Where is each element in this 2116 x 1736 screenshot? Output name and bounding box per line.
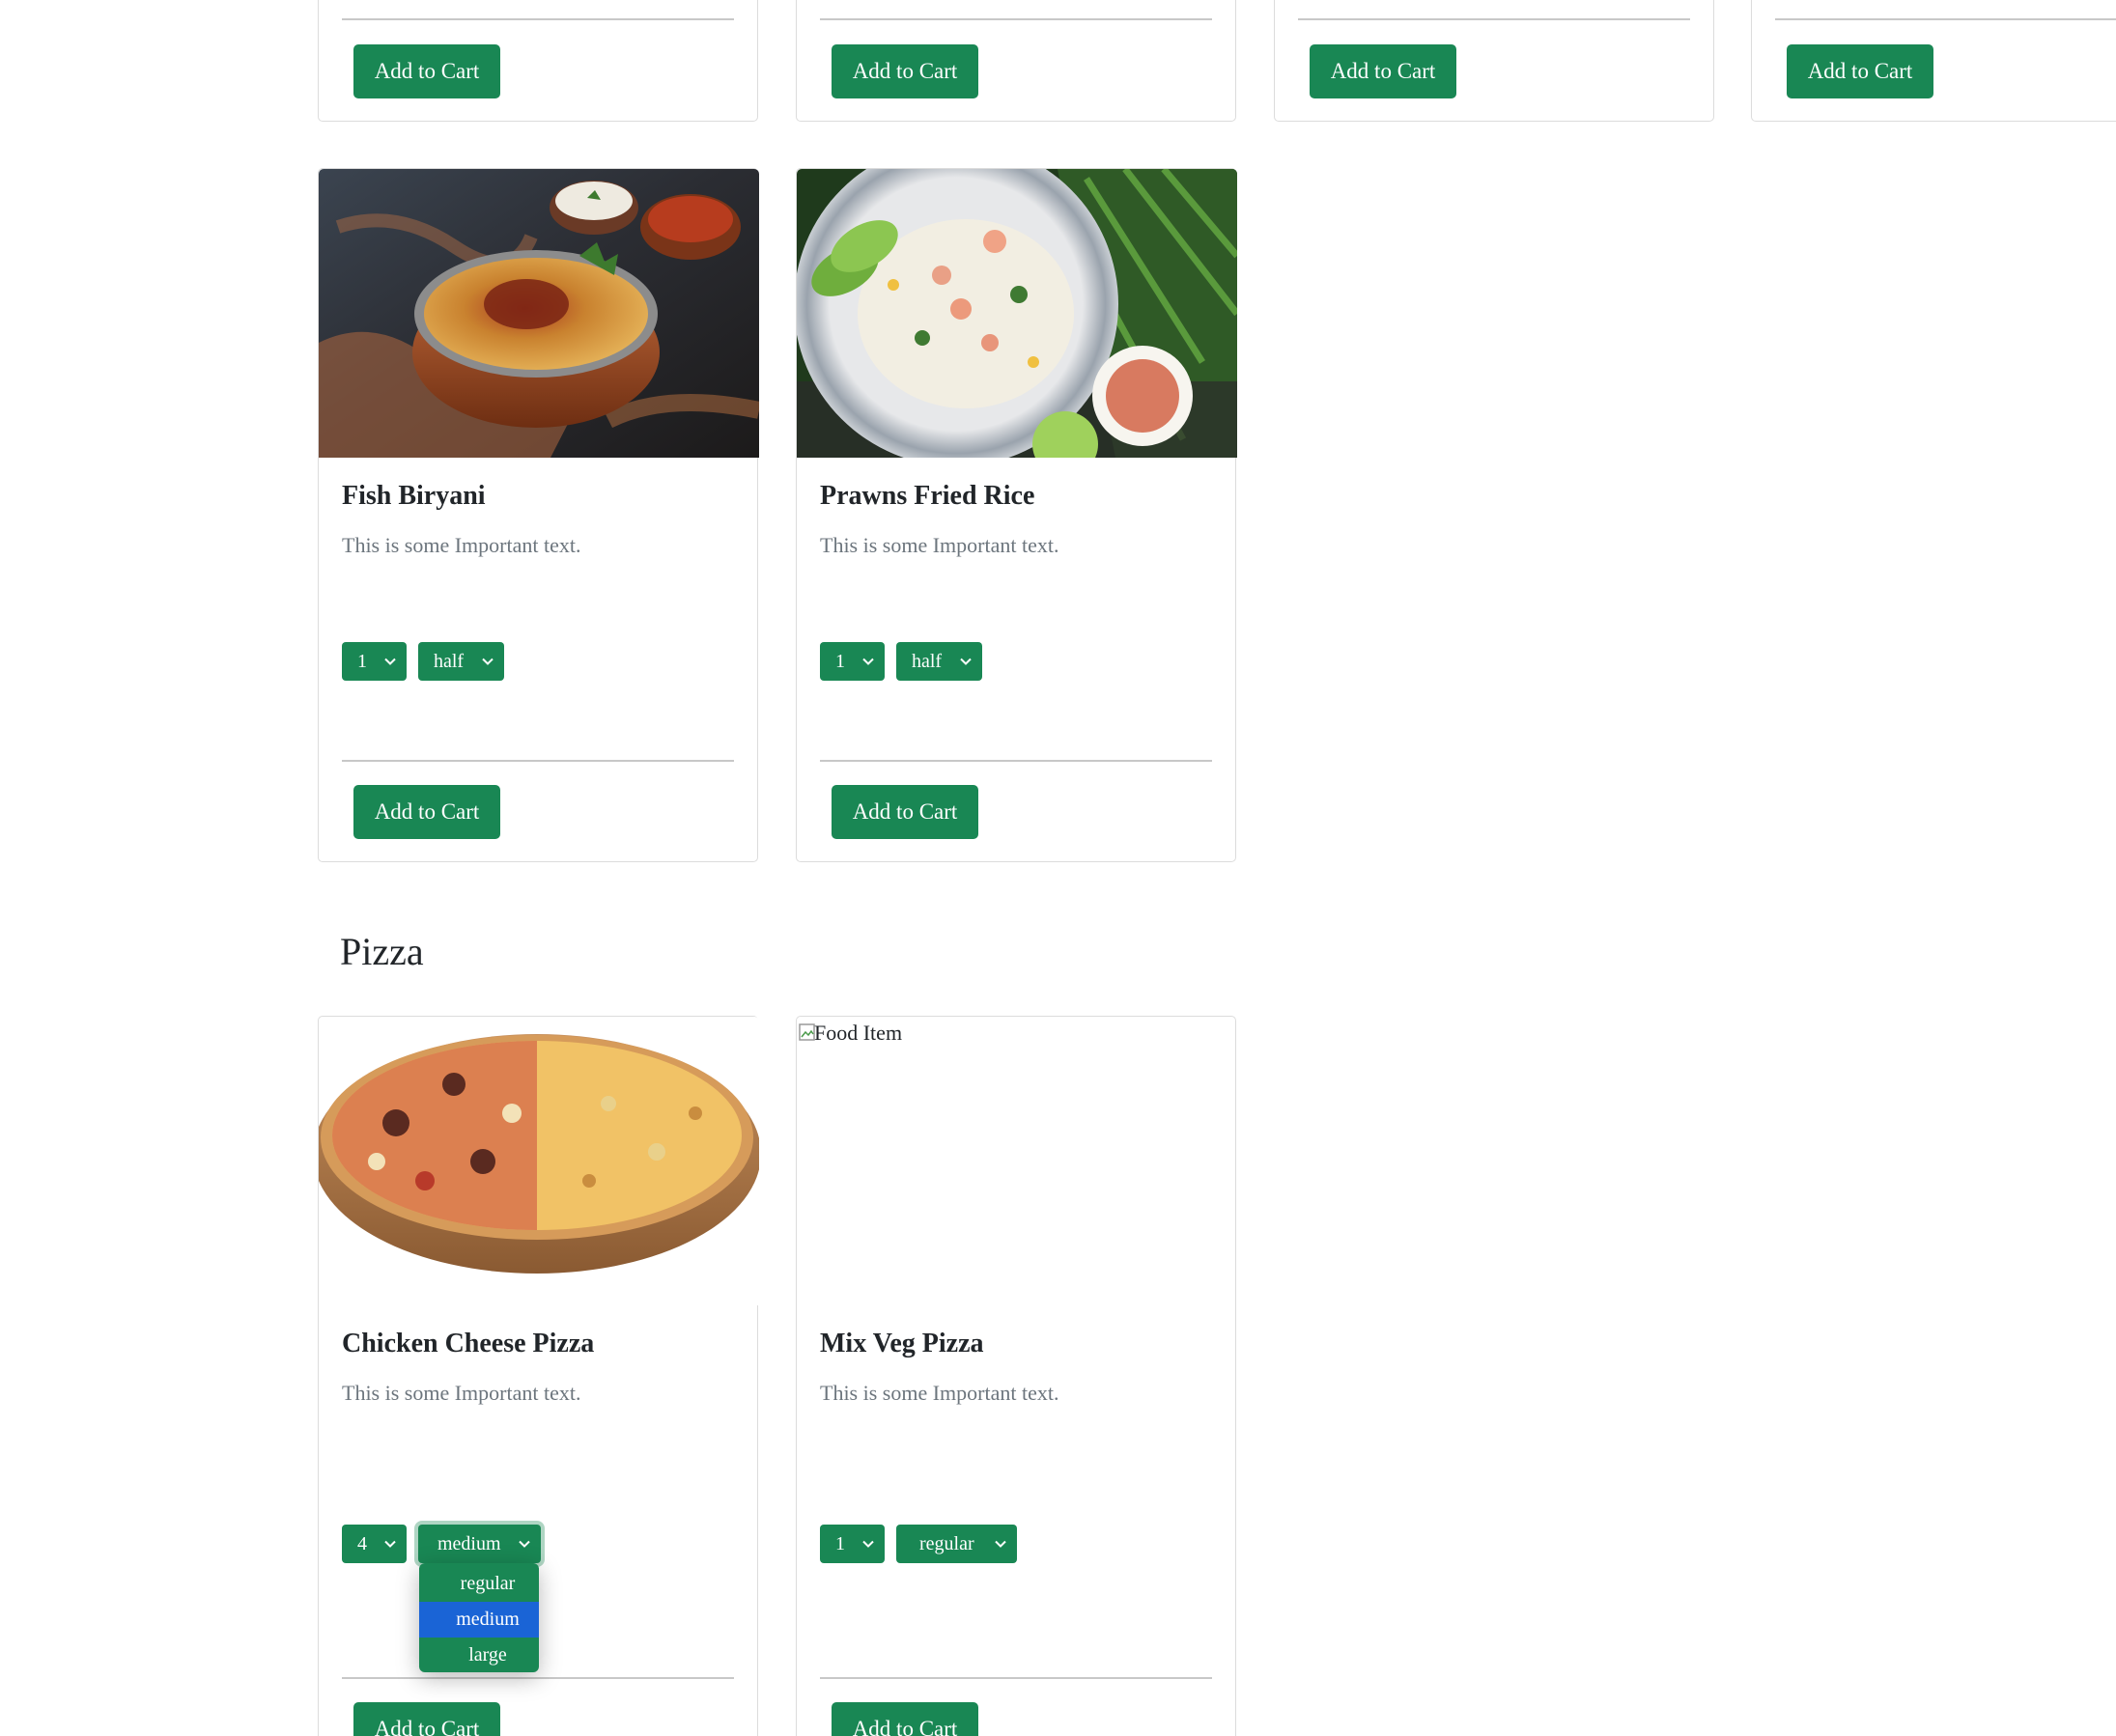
size-select[interactable]: half	[896, 642, 982, 681]
food-card: Add to Cart	[796, 0, 1236, 122]
pizza-image	[319, 1017, 759, 1305]
chevron-down-icon	[384, 1540, 396, 1548]
chevron-down-icon	[384, 658, 396, 665]
card-title: Mix Veg Pizza	[820, 1329, 984, 1358]
quantity-value: 1	[835, 1533, 845, 1554]
add-to-cart-button[interactable]: Add to Cart	[353, 44, 500, 98]
quantity-select[interactable]: 1	[820, 642, 885, 681]
chevron-down-icon	[960, 658, 972, 665]
card-divider	[342, 18, 734, 20]
card-text: This is some Important text.	[342, 1381, 581, 1405]
food-card: Add to Cart	[318, 0, 758, 122]
menu-page: Add to Cart Add to Cart Add to Cart Add …	[0, 0, 2116, 1736]
pizza-photo	[319, 1034, 759, 1274]
card-divider	[342, 1677, 734, 1679]
dropdown-option-medium[interactable]: medium	[419, 1602, 539, 1638]
card-text: This is some Important text.	[820, 533, 1059, 557]
size-select[interactable]: half	[418, 642, 504, 681]
section-heading-pizza: Pizza	[340, 930, 424, 973]
card-divider	[820, 760, 1212, 762]
biryani-image	[319, 169, 759, 458]
chevron-down-icon	[482, 658, 494, 665]
card-divider	[820, 18, 1212, 20]
food-card: Food Item Mix Veg Pizza This is some Imp…	[796, 1016, 1236, 1736]
quantity-value: 1	[357, 651, 367, 672]
chevron-down-icon	[519, 1540, 530, 1548]
card-title: Prawns Fried Rice	[820, 481, 1035, 511]
card-divider	[1775, 18, 2116, 20]
dropdown-option-regular[interactable]: regular	[419, 1566, 539, 1602]
add-to-cart-button[interactable]: Add to Cart	[353, 1702, 500, 1736]
size-dropdown-list: regular medium large	[419, 1563, 539, 1672]
quantity-value: 1	[835, 651, 845, 672]
fried-rice-photo	[797, 169, 1237, 458]
food-card: Add to Cart	[1274, 0, 1714, 122]
quantity-select[interactable]: 1	[342, 642, 407, 681]
add-to-cart-button[interactable]: Add to Cart	[832, 44, 978, 98]
quantity-value: 4	[357, 1533, 367, 1554]
add-to-cart-button[interactable]: Add to Cart	[353, 785, 500, 839]
add-to-cart-button[interactable]: Add to Cart	[1310, 44, 1456, 98]
chevron-down-icon	[862, 1540, 874, 1548]
food-card: Prawns Fried Rice This is some Important…	[796, 168, 1237, 862]
quantity-select[interactable]: 1	[820, 1525, 885, 1563]
add-to-cart-button[interactable]: Add to Cart	[1787, 44, 1933, 98]
size-value: half	[912, 651, 943, 672]
size-value: half	[434, 651, 465, 672]
card-title: Fish Biryani	[342, 481, 486, 511]
dropdown-option-large[interactable]: large	[419, 1638, 539, 1672]
food-card: Add to Cart	[1751, 0, 2116, 122]
fried-rice-image	[797, 169, 1237, 458]
size-value: regular	[919, 1533, 974, 1554]
chevron-down-icon	[995, 1540, 1006, 1548]
card-divider	[1298, 18, 1690, 20]
size-select[interactable]: medium	[418, 1525, 541, 1563]
add-to-cart-button[interactable]: Add to Cart	[832, 785, 978, 839]
chevron-down-icon	[862, 658, 874, 665]
card-divider	[342, 760, 734, 762]
quantity-select[interactable]: 4	[342, 1525, 407, 1563]
card-text: This is some Important text.	[820, 1381, 1059, 1405]
add-to-cart-button[interactable]: Add to Cart	[832, 1702, 978, 1736]
card-text: This is some Important text.	[342, 533, 581, 557]
size-select[interactable]: regular	[896, 1525, 1017, 1563]
food-card: Fish Biryani This is some Important text…	[318, 168, 759, 862]
biryani-photo	[319, 169, 759, 458]
size-value: medium	[437, 1533, 501, 1554]
card-title: Chicken Cheese Pizza	[342, 1329, 595, 1358]
broken-image: Food Item	[797, 1017, 1237, 1305]
image-alt-label: Food Item	[814, 1021, 903, 1045]
card-divider	[820, 1677, 1212, 1679]
image-alt-text: Food Item	[799, 1021, 902, 1046]
